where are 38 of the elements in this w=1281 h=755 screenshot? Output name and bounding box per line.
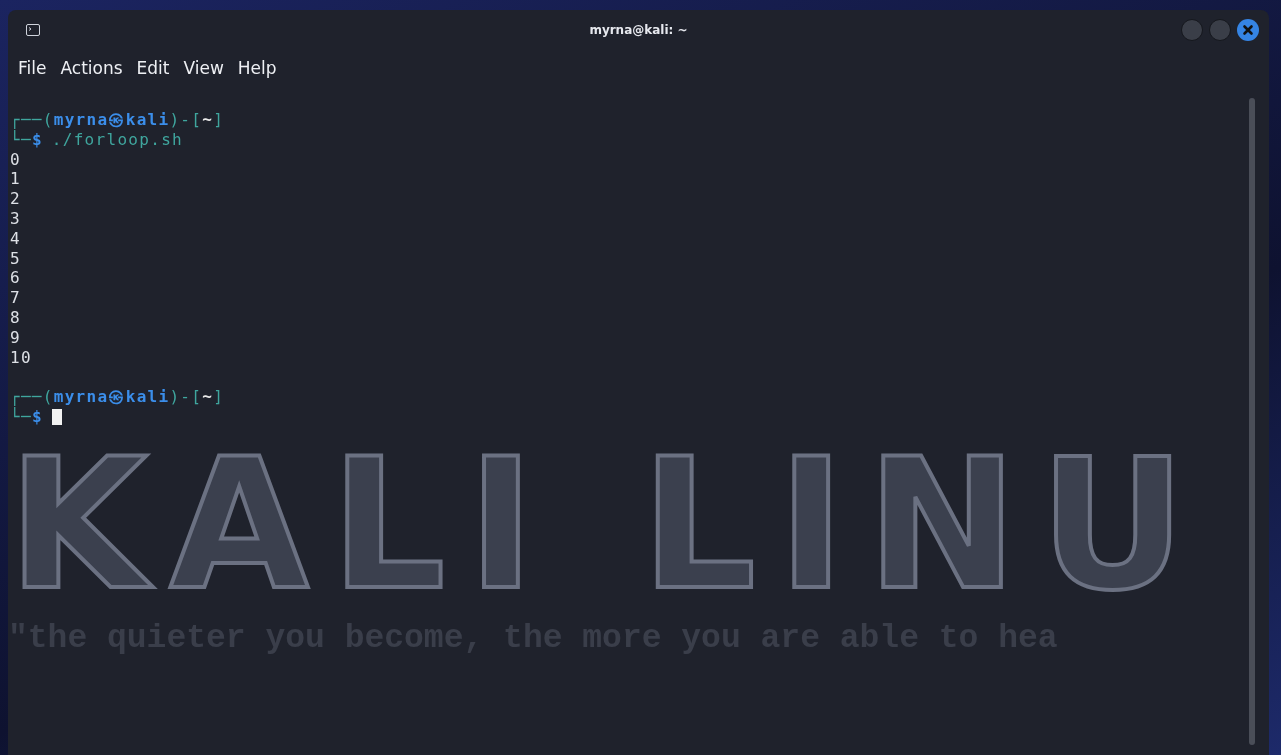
menu-item[interactable]: Actions bbox=[60, 58, 123, 78]
menu-item[interactable]: File bbox=[18, 58, 47, 78]
terminal-icon bbox=[26, 24, 40, 36]
output-line: 5 bbox=[10, 248, 21, 269]
output-line: 3 bbox=[10, 209, 21, 229]
output-line: 4 bbox=[10, 228, 21, 249]
prompt-symbol: $ bbox=[31, 406, 43, 427]
prompt-frame: )-[ bbox=[169, 387, 203, 407]
prompt-frame: ] bbox=[213, 110, 225, 130]
window-title: myrna@kali: ~ bbox=[588, 23, 689, 37]
prompt-corner: └─ bbox=[10, 406, 32, 427]
maximize-button[interactable] bbox=[1209, 19, 1231, 41]
prompt-frame: ] bbox=[213, 387, 225, 407]
output-line: 8 bbox=[10, 307, 21, 328]
menu-item[interactable]: Edit bbox=[136, 58, 170, 78]
prompt-user-host: myrna㉿kali bbox=[53, 110, 170, 130]
close-button[interactable] bbox=[1237, 19, 1259, 41]
minimize-button[interactable] bbox=[1181, 19, 1203, 41]
output-line: 6 bbox=[10, 268, 21, 289]
menu-item[interactable]: View bbox=[183, 58, 224, 78]
prompt-corner: └─ bbox=[10, 129, 32, 150]
output-line: 1 bbox=[10, 169, 21, 190]
prompt-directory: ~ bbox=[202, 110, 214, 130]
prompt-directory: ~ bbox=[202, 387, 214, 407]
prompt-frame: )-[ bbox=[169, 110, 203, 130]
prompt-frame: ┌──( bbox=[10, 110, 54, 130]
output-line: 10 bbox=[10, 347, 32, 368]
output-line: 2 bbox=[10, 189, 21, 209]
prompt-frame: ┌──( bbox=[10, 387, 54, 407]
wallpaper-logo: KALI LINU bbox=[8, 430, 1208, 620]
output-line: 9 bbox=[10, 327, 21, 348]
menu-item[interactable]: Help bbox=[237, 58, 277, 78]
command-text: ./forloop.sh bbox=[51, 129, 183, 150]
output-line: 7 bbox=[10, 288, 21, 308]
scrollbar[interactable] bbox=[1249, 98, 1255, 745]
prompt-user-host: myrna㉿kali bbox=[53, 387, 170, 407]
prompt-symbol: $ bbox=[31, 129, 43, 150]
output-line: 0 bbox=[10, 149, 21, 170]
